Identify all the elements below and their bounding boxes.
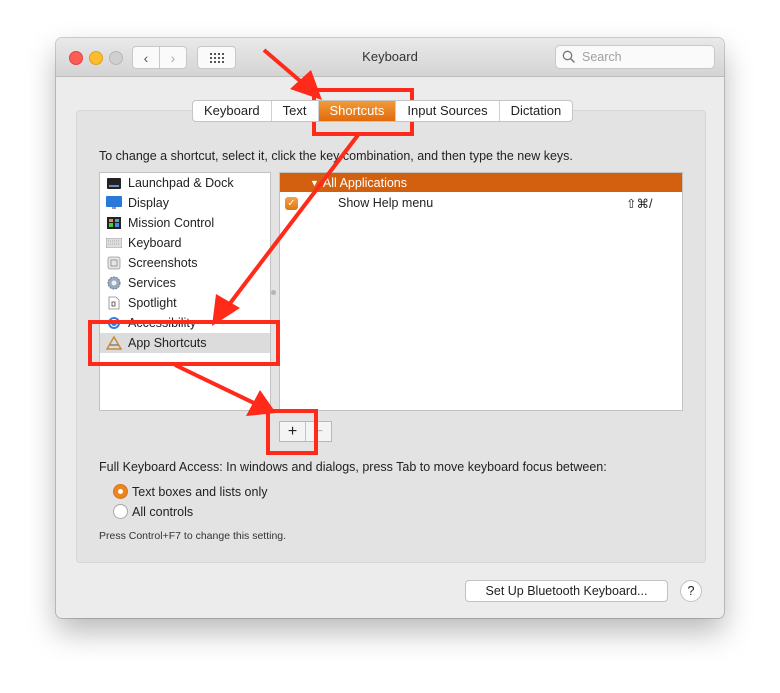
- radio-text-boxes-and-lists[interactable]: Text boxes and lists only: [113, 484, 268, 499]
- full-keyboard-access-label: Full Keyboard Access: In windows and dia…: [99, 460, 607, 474]
- tab-text[interactable]: Text: [272, 101, 319, 121]
- title-bar: ‹ › Keyboard: [56, 38, 724, 77]
- category-mission-control[interactable]: Mission Control: [100, 213, 270, 233]
- search-field[interactable]: [555, 45, 715, 69]
- category-display[interactable]: Display: [100, 193, 270, 213]
- disclosure-triangle-icon[interactable]: ▼: [310, 178, 319, 188]
- category-label: Mission Control: [128, 216, 215, 230]
- tab-bar: Keyboard Text Shortcuts Input Sources Di…: [192, 100, 574, 122]
- category-label: Accessibility: [128, 316, 197, 330]
- shortcut-key-combination[interactable]: ⇧⌘/: [626, 196, 652, 211]
- accessibility-icon: [106, 316, 122, 330]
- category-label: Keyboard: [128, 236, 182, 250]
- category-launchpad-dock[interactable]: Launchpad & Dock: [100, 173, 270, 193]
- category-accessibility[interactable]: Accessibility: [100, 313, 270, 333]
- shortcuts-list: ▼ All Applications ✓ Show Help menu ⇧⌘/: [279, 172, 683, 411]
- radio-selected-icon[interactable]: [113, 484, 128, 499]
- group-label: All Applications: [322, 175, 407, 190]
- radio-label: Text boxes and lists only: [132, 484, 268, 499]
- category-services[interactable]: Services: [100, 273, 270, 293]
- keyboard-icon: [106, 236, 122, 250]
- radio-unselected-icon[interactable]: [113, 504, 128, 519]
- category-app-shortcuts[interactable]: App Shortcuts: [100, 333, 270, 353]
- add-remove-control: + −: [279, 421, 332, 442]
- keyboard-access-hint: Press Control+F7 to change this setting.: [99, 530, 287, 542]
- display-icon: [106, 196, 122, 210]
- category-list: Launchpad & Dock Display Mission Control…: [99, 172, 271, 411]
- category-label: Services: [128, 276, 176, 290]
- services-gear-icon: [106, 276, 122, 290]
- radio-all-controls[interactable]: All controls: [113, 504, 193, 519]
- app-shortcuts-icon: [106, 336, 122, 350]
- shortcut-row[interactable]: ✓ Show Help menu ⇧⌘/: [280, 192, 682, 214]
- set-up-bluetooth-keyboard-button[interactable]: Set Up Bluetooth Keyboard...: [465, 580, 668, 602]
- spotlight-icon: [106, 296, 122, 310]
- category-label: App Shortcuts: [128, 336, 207, 350]
- instruction-text: To change a shortcut, select it, click t…: [99, 149, 573, 163]
- tab-dictation[interactable]: Dictation: [500, 101, 573, 121]
- help-button[interactable]: ?: [680, 580, 702, 602]
- radio-label: All controls: [132, 504, 194, 519]
- search-input[interactable]: [580, 49, 704, 65]
- mission-control-icon: [106, 216, 122, 230]
- keyboard-preferences-window: ‹ › Keyboard Keyboard Text Shortcuts Inp…: [56, 38, 724, 618]
- launchpad-dock-icon: [106, 176, 122, 190]
- category-keyboard[interactable]: Keyboard: [100, 233, 270, 253]
- tab-input-sources[interactable]: Input Sources: [396, 101, 500, 121]
- shortcut-enabled-checkbox[interactable]: ✓: [285, 196, 298, 210]
- screenshots-icon: [106, 256, 122, 270]
- shortcut-name: Show Help menu: [338, 196, 434, 210]
- category-label: Screenshots: [128, 256, 198, 270]
- category-screenshots[interactable]: Screenshots: [100, 253, 270, 273]
- tab-keyboard[interactable]: Keyboard: [193, 101, 272, 121]
- category-label: Launchpad & Dock: [128, 176, 234, 190]
- category-label: Display: [128, 196, 169, 210]
- category-label: Spotlight: [128, 296, 177, 310]
- split-view-divider-handle[interactable]: [271, 290, 276, 295]
- search-icon: [562, 50, 575, 63]
- remove-shortcut-button[interactable]: −: [306, 422, 331, 441]
- add-shortcut-button[interactable]: +: [280, 422, 306, 441]
- tab-shortcuts[interactable]: Shortcuts: [318, 101, 397, 121]
- group-row-all-applications[interactable]: ▼ All Applications: [280, 173, 682, 192]
- category-spotlight[interactable]: Spotlight: [100, 293, 270, 313]
